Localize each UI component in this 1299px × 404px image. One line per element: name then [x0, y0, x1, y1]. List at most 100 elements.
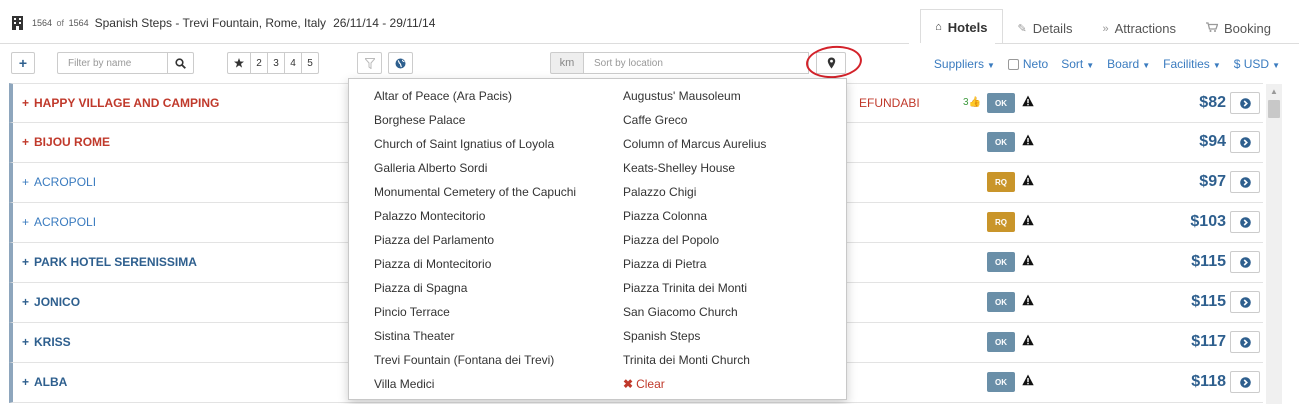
- location-option[interactable]: Trevi Fountain (Fontana dei Trevi): [374, 352, 576, 376]
- expand-plus-icon[interactable]: +: [22, 215, 29, 229]
- hotel-name[interactable]: + BIJOU ROME: [22, 135, 110, 149]
- search-button[interactable]: [167, 52, 194, 74]
- availability-badge: RQ: [987, 172, 1015, 192]
- expand-plus-icon[interactable]: +: [22, 135, 29, 149]
- board-dropdown[interactable]: Board ▼: [1107, 57, 1150, 71]
- warning-icon: [1022, 294, 1034, 306]
- tab-details[interactable]: ✎ Details: [1003, 12, 1088, 44]
- arrow-circle-right-icon: [1239, 336, 1251, 348]
- location-option[interactable]: Caffe Greco: [623, 112, 766, 136]
- view-hotel-button[interactable]: [1230, 171, 1260, 193]
- hotel-price: $115: [1191, 293, 1226, 310]
- hotel-name[interactable]: + JONICO: [22, 295, 80, 309]
- hotel-name[interactable]: + ACROPOLI: [22, 215, 96, 229]
- location-option[interactable]: Augustus' Mausoleum: [623, 88, 766, 112]
- hotel-name-text: HAPPY VILLAGE AND CAMPING: [34, 96, 220, 110]
- neto-toggle[interactable]: Neto: [1007, 57, 1048, 71]
- search-summary: 1564 of 1564 Spanish Steps - Trevi Fount…: [12, 16, 435, 30]
- result-count-of: of: [56, 18, 65, 28]
- filter-funnel-button[interactable]: [357, 52, 382, 74]
- hotel-price: $118: [1191, 373, 1226, 390]
- close-icon: ✖: [623, 377, 634, 391]
- location-option[interactable]: Spanish Steps: [623, 328, 766, 352]
- caret-down-icon: ▼: [1086, 61, 1095, 70]
- expand-plus-icon[interactable]: +: [22, 295, 29, 309]
- view-hotel-button[interactable]: [1230, 251, 1260, 273]
- location-option[interactable]: Sistina Theater: [374, 328, 576, 352]
- main-tabs: ⌂ Hotels ✎ Details » Attractions Booking: [920, 9, 1286, 44]
- view-hotel-button[interactable]: [1230, 131, 1260, 153]
- warning-icon: [1022, 334, 1034, 346]
- star-filter-5[interactable]: 5: [301, 52, 319, 74]
- clear-location-button[interactable]: ✖ Clear: [623, 376, 766, 400]
- chevrons-icon: »: [1102, 22, 1109, 35]
- board-label: Board: [1107, 57, 1140, 71]
- scroll-up-arrow[interactable]: ▲: [1266, 84, 1282, 98]
- view-hotel-button[interactable]: [1230, 331, 1260, 353]
- add-button[interactable]: +: [11, 52, 35, 74]
- view-hotel-button[interactable]: [1230, 211, 1260, 233]
- location-option[interactable]: Church of Saint Ignatius of Loyola: [374, 136, 576, 160]
- location-option[interactable]: Pincio Terrace: [374, 304, 576, 328]
- hotel-name[interactable]: + ALBA: [22, 375, 67, 389]
- scrollbar-track[interactable]: [1266, 84, 1282, 404]
- hotel-name[interactable]: + PARK HOTEL SERENISSIMA: [22, 255, 197, 269]
- sort-dropdown[interactable]: Sort ▼: [1061, 57, 1094, 71]
- location-option[interactable]: Borghese Palace: [374, 112, 576, 136]
- view-hotel-button[interactable]: [1230, 291, 1260, 313]
- location-option[interactable]: Monumental Cemetery of the Capuchi: [374, 184, 576, 208]
- expand-plus-icon[interactable]: +: [22, 375, 29, 389]
- currency-dropdown[interactable]: $ USD ▼: [1234, 57, 1280, 71]
- tab-hotels[interactable]: ⌂ Hotels: [920, 9, 1003, 44]
- view-hotel-button[interactable]: [1230, 92, 1260, 114]
- expand-plus-icon[interactable]: +: [22, 96, 29, 110]
- location-option[interactable]: Palazzo Chigi: [623, 184, 766, 208]
- location-option[interactable]: Piazza di Pietra: [623, 256, 766, 280]
- tab-attractions[interactable]: » Attractions: [1087, 12, 1191, 44]
- star-rating-filter: 2 3 4 5: [227, 52, 319, 74]
- location-option[interactable]: Keats-Shelley House: [623, 160, 766, 184]
- expand-plus-icon[interactable]: +: [22, 255, 29, 269]
- warning-icon: [1022, 95, 1034, 107]
- globe-button[interactable]: [388, 52, 413, 74]
- star-filter-2[interactable]: 2: [250, 52, 268, 74]
- scrollbar-thumb[interactable]: [1268, 100, 1280, 118]
- result-count: 1564 of 1564: [32, 18, 89, 28]
- filter-by-name-input[interactable]: Filter by name: [57, 52, 168, 74]
- neto-checkbox[interactable]: [1007, 58, 1019, 70]
- view-hotel-button[interactable]: [1230, 371, 1260, 393]
- location-column-1: Altar of Peace (Ara Pacis) Borghese Palac…: [374, 88, 576, 400]
- hotel-name[interactable]: + ACROPOLI: [22, 175, 96, 189]
- location-option[interactable]: Galleria Alberto Sordi: [374, 160, 576, 184]
- header-bar: 1564 of 1564 Spanish Steps - Trevi Fount…: [0, 0, 1299, 44]
- location-option[interactable]: Piazza del Popolo: [623, 232, 766, 256]
- star-filter-1[interactable]: [227, 52, 251, 74]
- sort-by-location-input[interactable]: Sort by location: [583, 52, 809, 74]
- caret-down-icon: ▼: [1272, 61, 1280, 70]
- location-option[interactable]: Piazza di Spagna: [374, 280, 576, 304]
- location-option[interactable]: Piazza di Montecitorio: [374, 256, 576, 280]
- globe-icon: [395, 58, 406, 68]
- tab-booking[interactable]: Booking: [1191, 12, 1286, 44]
- edit-icon: ✎: [1017, 23, 1027, 35]
- location-option[interactable]: Piazza Trinita dei Monti: [623, 280, 766, 304]
- location-option[interactable]: Piazza del Parlamento: [374, 232, 576, 256]
- star-filter-3[interactable]: 3: [267, 52, 285, 74]
- star-filter-4[interactable]: 4: [284, 52, 302, 74]
- expand-plus-icon[interactable]: +: [22, 335, 29, 349]
- hotel-name-text: JONICO: [34, 295, 81, 309]
- location-option[interactable]: Trinita dei Monti Church: [623, 352, 766, 376]
- location-option[interactable]: Altar of Peace (Ara Pacis): [374, 88, 576, 112]
- location-option[interactable]: San Giacomo Church: [623, 304, 766, 328]
- suppliers-dropdown[interactable]: Suppliers ▼: [934, 57, 995, 71]
- expand-plus-icon[interactable]: +: [22, 175, 29, 189]
- arrow-circle-right-icon: [1239, 136, 1251, 148]
- hotel-name[interactable]: + KRISS: [22, 335, 71, 349]
- facilities-dropdown[interactable]: Facilities ▼: [1163, 57, 1221, 71]
- hotel-name[interactable]: + HAPPY VILLAGE AND CAMPING: [22, 96, 219, 110]
- location-option[interactable]: Column of Marcus Aurelius: [623, 136, 766, 160]
- building-icon: [12, 16, 23, 30]
- location-option[interactable]: Piazza Colonna: [623, 208, 766, 232]
- location-option[interactable]: Villa Medici: [374, 376, 576, 400]
- location-option[interactable]: Palazzo Montecitorio: [374, 208, 576, 232]
